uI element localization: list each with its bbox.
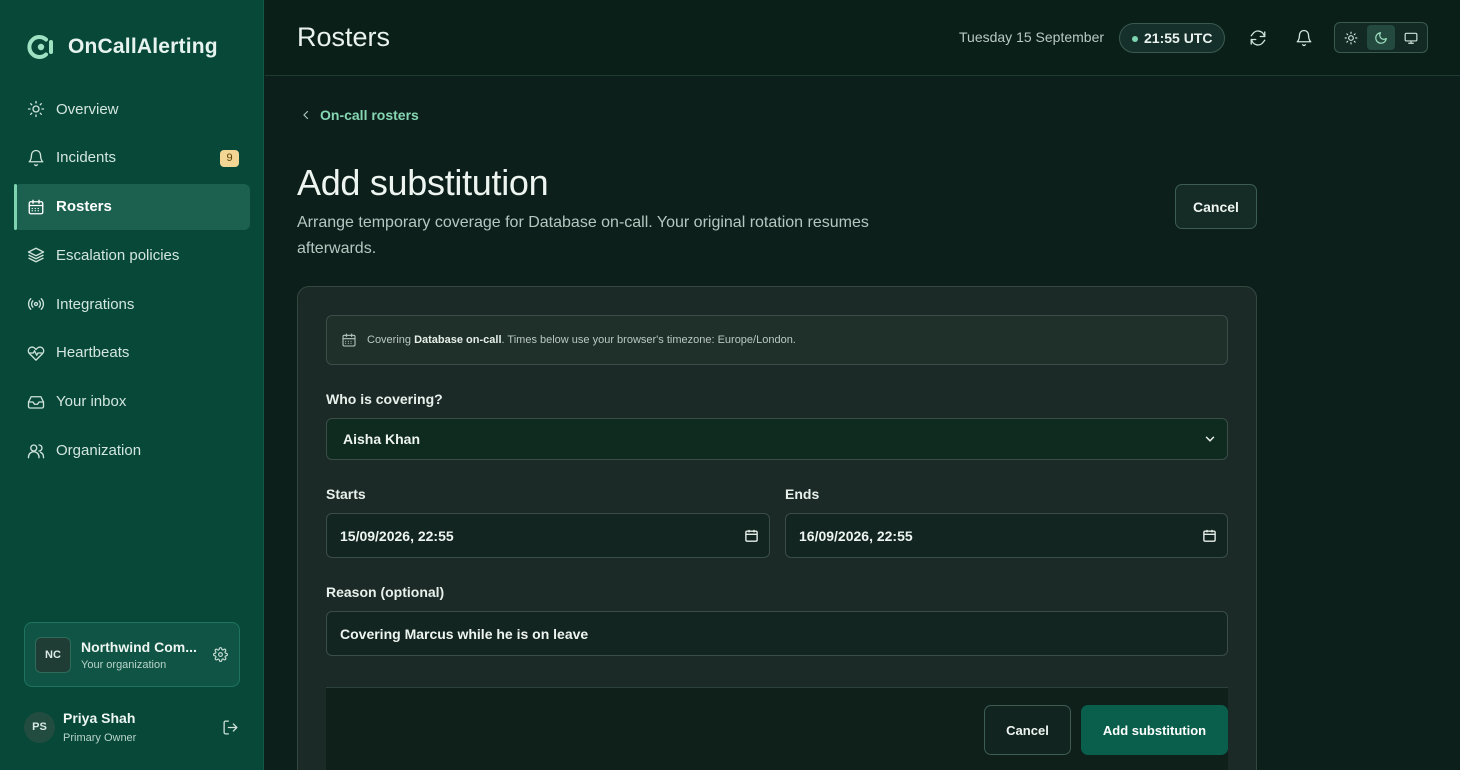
sidebar-nav: Overview Incidents 9 Rosters Escalation … [14, 86, 250, 476]
inbox-icon [26, 392, 46, 412]
sidebar-item-incidents[interactable]: Incidents 9 [14, 135, 250, 181]
reason-value: Covering Marcus while he is on leave [340, 625, 589, 642]
incident-count-badge: 9 [220, 149, 239, 167]
cancel-button[interactable]: Cancel [1175, 184, 1257, 229]
covering-user-select[interactable]: Aisha Khan [326, 418, 1228, 460]
organization-avatar: NC [35, 636, 71, 673]
sidebar-item-heartbeats[interactable]: Heartbeats [14, 330, 250, 376]
form-footer: Cancel Add substitution [326, 687, 1228, 770]
add-substitution-button[interactable]: Add substitution [1081, 705, 1228, 755]
refresh-icon[interactable] [1247, 27, 1269, 49]
info-suffix: . Times below use your browser's timezon… [501, 334, 796, 346]
info-prefix: Covering [367, 334, 415, 346]
user-avatar: PS [24, 711, 55, 743]
sidebar-item-label: Heartbeats [56, 344, 130, 362]
sidebar-item-integrations[interactable]: Integrations [14, 281, 250, 327]
sidebar-item-label: Organization [56, 442, 142, 460]
notifications-bell-icon[interactable] [1293, 27, 1315, 49]
chevron-down-icon [1203, 432, 1217, 446]
form-title: Add substitution [297, 162, 549, 203]
organization-subtitle: Your organization [81, 658, 167, 671]
starts-value: 15/09/2026, 22:55 [340, 527, 454, 544]
chevron-left-icon [303, 110, 309, 120]
organization-name: Northwind Com... [81, 638, 197, 655]
sidebar-item-organization[interactable]: Organization [14, 428, 250, 474]
sun-icon [26, 99, 46, 119]
sidebar-item-label: Integrations [56, 295, 135, 313]
covering-user-value: Aisha Khan [343, 431, 421, 447]
bell-icon [26, 148, 46, 168]
theme-dark-button[interactable] [1367, 25, 1395, 50]
sidebar-item-label: Your inbox [56, 393, 127, 411]
monitor-icon [1404, 32, 1418, 44]
form-description: Arrange temporary coverage for Database … [297, 214, 869, 257]
breadcrumb-back-link[interactable]: On-call rosters [300, 107, 419, 123]
sidebar: OnCallAlerting Overview Incidents 9 Rost… [0, 0, 264, 770]
user-name: Priya Shah [63, 710, 136, 726]
layers-icon [26, 245, 46, 265]
sidebar-item-label: Escalation policies [56, 246, 180, 264]
sidebar-item-overview[interactable]: Overview [14, 86, 250, 132]
theme-light-button[interactable] [1337, 25, 1365, 50]
moon-icon [1375, 31, 1387, 44]
gear-icon[interactable] [211, 646, 229, 664]
theme-switcher [1334, 22, 1428, 53]
app-logo[interactable]: OnCallAlerting [24, 30, 218, 64]
starts-label: Starts [326, 486, 366, 502]
app-name: OnCallAlerting [68, 35, 218, 58]
calendar-icon [341, 332, 357, 348]
who-covering-label: Who is covering? [326, 391, 443, 407]
sidebar-item-label: Rosters [56, 198, 112, 216]
theme-system-button[interactable] [1397, 25, 1425, 50]
breadcrumb-label: On-call rosters [320, 107, 419, 123]
user-profile: PS Priya Shah Primary Owner [24, 703, 240, 751]
sidebar-item-escalation-policies[interactable]: Escalation policies [14, 232, 250, 278]
organization-card[interactable]: NC Northwind Com... Your organization [24, 622, 240, 687]
broadcast-icon [26, 294, 46, 314]
users-icon [26, 441, 46, 461]
utc-clock: 21:55 UTC [1119, 23, 1226, 53]
info-roster-name: Database on-call [414, 334, 502, 346]
ends-datetime-input[interactable]: 16/09/2026, 22:55 [785, 513, 1228, 558]
substitution-form-card: Covering Database on-call. Times below u… [297, 286, 1257, 770]
sidebar-item-your-inbox[interactable]: Your inbox [14, 379, 250, 425]
top-header: Rosters Tuesday 15 September 21:55 UTC [265, 0, 1460, 76]
timezone-info-banner: Covering Database on-call. Times below u… [326, 315, 1228, 365]
starts-datetime-input[interactable]: 15/09/2026, 22:55 [326, 513, 770, 558]
footer-cancel-button[interactable]: Cancel [984, 705, 1071, 755]
logo-icon [27, 35, 53, 59]
reason-label: Reason (optional) [326, 584, 445, 600]
ends-value: 16/09/2026, 22:55 [799, 527, 913, 544]
logout-icon[interactable] [220, 717, 240, 737]
heart-pulse-icon [26, 343, 46, 363]
calendar-icon [26, 197, 46, 217]
calendar-picker-icon[interactable] [744, 528, 759, 543]
reason-input[interactable]: Covering Marcus while he is on leave [326, 611, 1228, 656]
user-role: Primary Owner [63, 732, 137, 744]
current-date: Tuesday 15 September [959, 29, 1105, 45]
sidebar-item-rosters[interactable]: Rosters [14, 183, 250, 230]
sidebar-item-label: Overview [56, 100, 119, 118]
sidebar-item-label: Incidents [56, 149, 117, 167]
page-title: Rosters [297, 22, 391, 52]
calendar-picker-icon[interactable] [1202, 528, 1217, 543]
sun-icon [1344, 31, 1358, 44]
ends-label: Ends [785, 486, 820, 502]
